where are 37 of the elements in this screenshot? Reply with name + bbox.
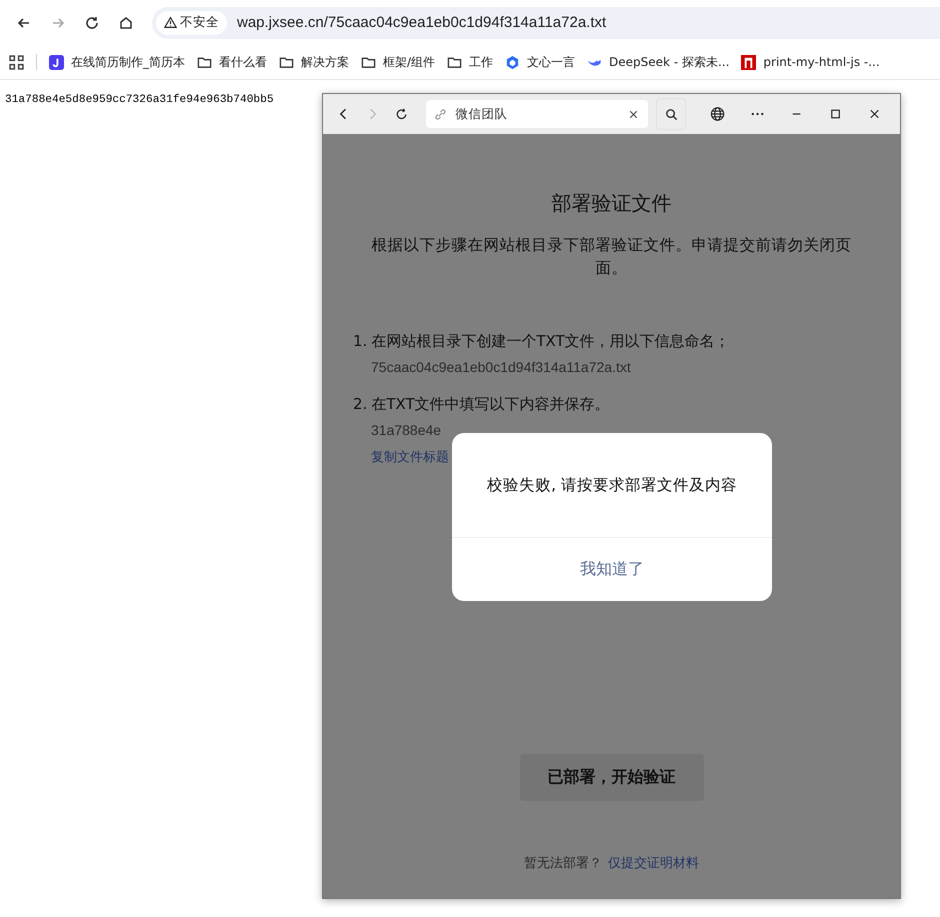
bookmark[interactable]: 解决方案 xyxy=(279,54,349,70)
security-chip[interactable]: 不安全 xyxy=(156,10,227,34)
search-button[interactable] xyxy=(656,98,686,130)
bookmark[interactable]: 在线简历制作_简历本 xyxy=(49,54,185,70)
step-number: 1. xyxy=(353,332,368,351)
folder-icon xyxy=(447,54,462,70)
intro-text: 根据以下步骤在网站根目录下部署验证文件。申请提交前请勿关闭页面。 xyxy=(370,235,852,279)
folder-icon xyxy=(361,54,376,70)
warning-icon xyxy=(164,16,177,29)
step-detail: 75caac04c9ea1eb0c1d94f314a11a72a.txt xyxy=(371,359,632,375)
hexagon-icon xyxy=(505,54,520,70)
step-number: 2. xyxy=(353,395,368,414)
page-text: 31a788e4e5d8e959cc7326a31fe94e963b740bb5 xyxy=(5,94,274,106)
url-text: wap.jxsee.cn/75caac04c9ea1eb0c1d94f314a11a72a.txt xyxy=(237,14,606,31)
bookmark[interactable]: 工作 xyxy=(447,54,494,70)
bookmark[interactable]: 看什么看 xyxy=(197,54,267,70)
step-detail: 31a788e4e xyxy=(371,422,442,438)
link-icon xyxy=(434,108,448,120)
verify-button[interactable]: 已部署，开始验证 xyxy=(520,754,704,801)
bookmark[interactable]: 文心一言 xyxy=(505,54,576,70)
dialog-message: 校验失败, 请按要求部署文件及内容 xyxy=(452,433,772,538)
bookmark[interactable]: print-my-html-js -... xyxy=(741,54,880,70)
step-text: 在TXT文件中填写以下内容并保存。 xyxy=(371,395,610,414)
search-icon xyxy=(664,106,679,122)
folder-icon xyxy=(279,54,294,70)
bookmark[interactable]: DeepSeek - 探索未... xyxy=(587,54,730,70)
address-field[interactable]: 微信团队 xyxy=(426,100,648,128)
confirm-button[interactable]: 我知道了 xyxy=(452,538,772,601)
letter-tile-icon xyxy=(49,54,64,70)
step-text: 在网站根目录下创建一个TXT文件，用以下信息命名； xyxy=(371,332,730,351)
apps-icon[interactable] xyxy=(9,54,24,70)
square-logo-icon xyxy=(741,54,756,70)
folder-icon xyxy=(197,54,212,70)
footer-text: 暂无法部署？ xyxy=(524,855,602,872)
page-title: 部署验证文件 xyxy=(550,190,672,217)
bookmark[interactable]: 框架/组件 xyxy=(361,54,436,70)
address-bar[interactable]: 不安全 wap.jxsee.cn/75caac04c9ea1eb0c1d94f314a11a72a.txt xyxy=(152,6,940,38)
